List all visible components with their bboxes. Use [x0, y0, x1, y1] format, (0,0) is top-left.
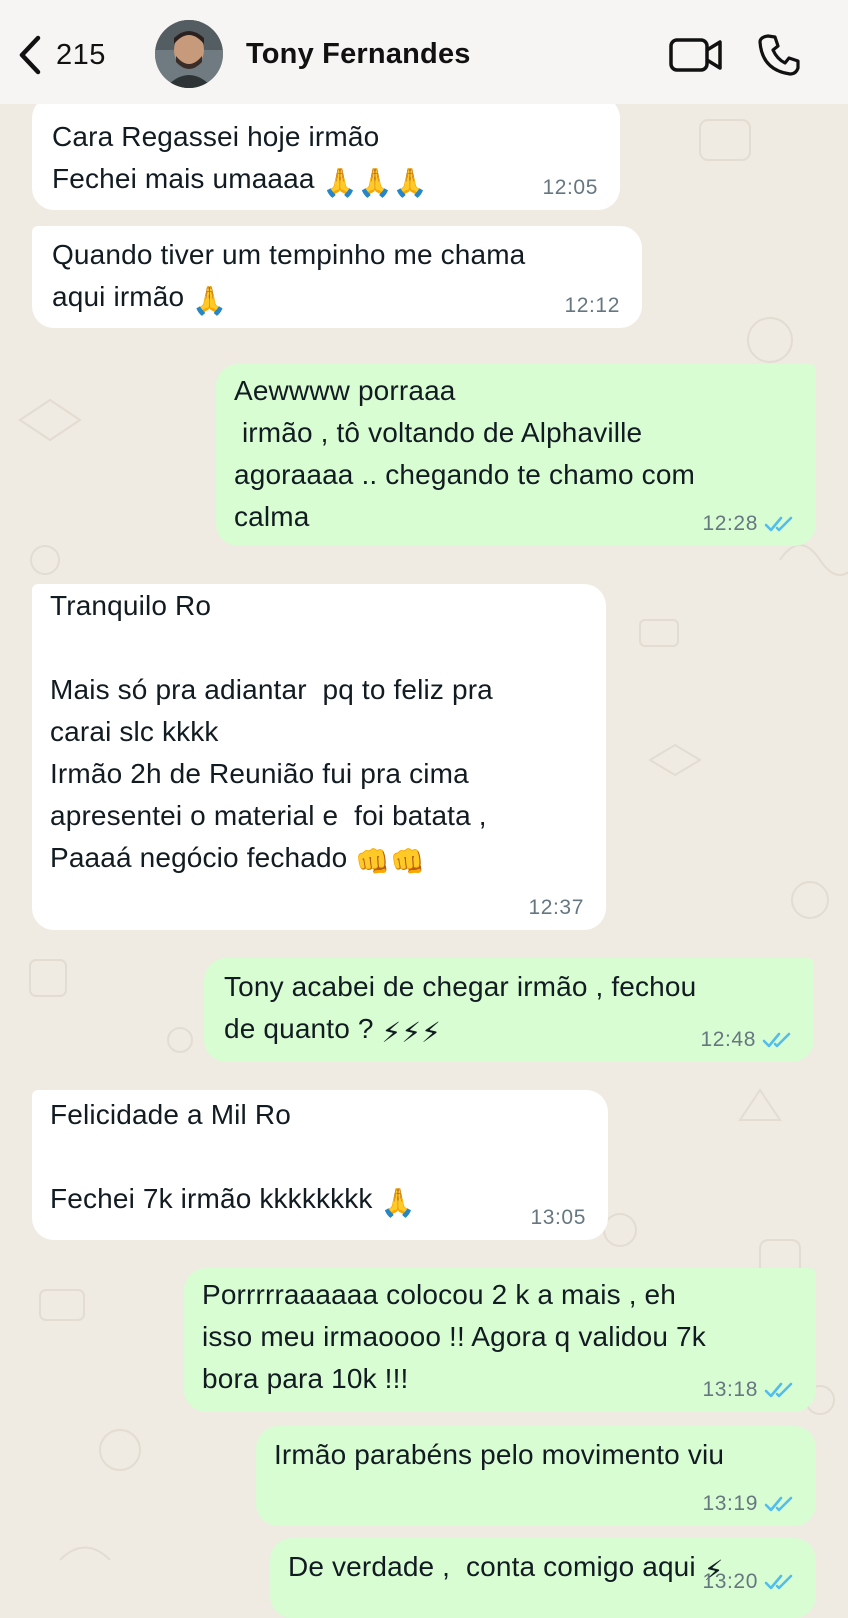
avatar-photo: [155, 20, 223, 88]
read-receipt-icon: [762, 1032, 791, 1048]
emoji: 🙏: [192, 285, 228, 316]
message-bubble-outgoing[interactable]: De verdade , conta comigo aqui ⚡ 13:20: [270, 1538, 816, 1618]
chat-header: 215 Tony Fernandes: [0, 0, 848, 104]
message-time: 12:05: [542, 176, 598, 199]
message-time: 13:19: [702, 1492, 758, 1515]
message-text: isso meu irmaoooo !! Agora q validou 7k: [202, 1321, 706, 1352]
video-call-icon: [669, 38, 722, 72]
message-time: 12:48: [700, 1028, 756, 1051]
video-call-button[interactable]: [668, 34, 724, 79]
contact-name[interactable]: Tony Fernandes: [246, 38, 471, 71]
message-list[interactable]: Cara Regassei hoje irmão Fechei mais uma…: [0, 0, 848, 1618]
message-text: Mais só pra adiantar pq to feliz pra: [50, 674, 493, 705]
message-bubble-outgoing[interactable]: Porrrrraaaaaa colocou 2 k a mais , eh is…: [184, 1268, 816, 1412]
message-time: 12:12: [564, 294, 620, 317]
message-text: bora para 10k !!!: [202, 1363, 409, 1394]
phone-icon: [758, 34, 800, 76]
voice-call-button[interactable]: [756, 32, 802, 83]
message-text: carai slc kkkk: [50, 716, 219, 747]
emoji: 🙏🙏🙏: [322, 167, 428, 198]
message-bubble-outgoing[interactable]: Tony acabei de chegar irmão , fechou de …: [204, 958, 814, 1062]
message-bubble-outgoing[interactable]: Aewwww porraaa irmão , tô voltando de Al…: [216, 364, 816, 546]
message-bubble-incoming[interactable]: Felicidade a Mil Ro Fechei 7k irmão kkkk…: [32, 1090, 608, 1240]
emoji: 🙏: [380, 1187, 416, 1218]
message-text: de quanto ?: [224, 1013, 374, 1044]
message-bubble-incoming[interactable]: Cara Regassei hoje irmão Fechei mais uma…: [32, 96, 620, 210]
message-text: De verdade , conta comigo aqui: [288, 1551, 696, 1582]
emoji: ⚡⚡⚡: [381, 1017, 441, 1048]
message-text: Irmão parabéns pelo movimento viu: [274, 1439, 725, 1470]
message-text: Fechei mais umaaaa: [52, 163, 315, 194]
message-bubble-outgoing[interactable]: Irmão parabéns pelo movimento viu 13:19: [256, 1426, 816, 1526]
unread-count: 215: [56, 38, 106, 71]
message-text: Fechei 7k irmão kkkkkkkk: [50, 1183, 373, 1214]
back-button[interactable]: 215: [18, 30, 106, 80]
message-text: irmão , tô voltando de Alphaville: [234, 417, 643, 448]
message-text: aqui irmão: [52, 281, 185, 312]
read-receipt-icon: [764, 516, 793, 532]
message-text: Felicidade a Mil Ro: [50, 1099, 291, 1130]
message-text: Tranquilo Ro: [50, 590, 212, 621]
message-time: 12:37: [528, 896, 584, 919]
message-text: Cara Regassei hoje irmão: [52, 121, 380, 152]
message-time: 13:20: [702, 1570, 758, 1593]
avatar[interactable]: [155, 20, 223, 88]
message-text: Quando tiver um tempinho me chama: [52, 239, 526, 270]
message-time: 13:18: [702, 1378, 758, 1401]
message-text: Irmão 2h de Reunião fui pra cima: [50, 758, 469, 789]
read-receipt-icon: [764, 1574, 793, 1590]
read-receipt-icon: [764, 1496, 793, 1512]
read-receipt-icon: [764, 1382, 793, 1398]
emoji: 👊👊: [355, 846, 426, 877]
message-text: Aewwww porraaa: [234, 375, 456, 406]
message-bubble-incoming[interactable]: Quando tiver um tempinho me chama aqui i…: [32, 226, 642, 328]
message-text: Tony acabei de chegar irmão , fechou: [224, 971, 697, 1002]
message-text: Paaaá negócio fechado: [50, 842, 348, 873]
message-bubble-incoming[interactable]: Tranquilo Ro Mais só pra adiantar pq to …: [32, 584, 606, 930]
message-time: 13:05: [530, 1206, 586, 1229]
chevron-left-icon: [19, 35, 41, 75]
message-text: agoraaaa .. chegando te chamo com: [234, 459, 696, 490]
message-time: 12:28: [702, 512, 758, 535]
message-text: calma: [234, 501, 310, 532]
message-text: apresentei o material e foi batata ,: [50, 800, 487, 831]
message-text: Porrrrraaaaaa colocou 2 k a mais , eh: [202, 1279, 677, 1310]
